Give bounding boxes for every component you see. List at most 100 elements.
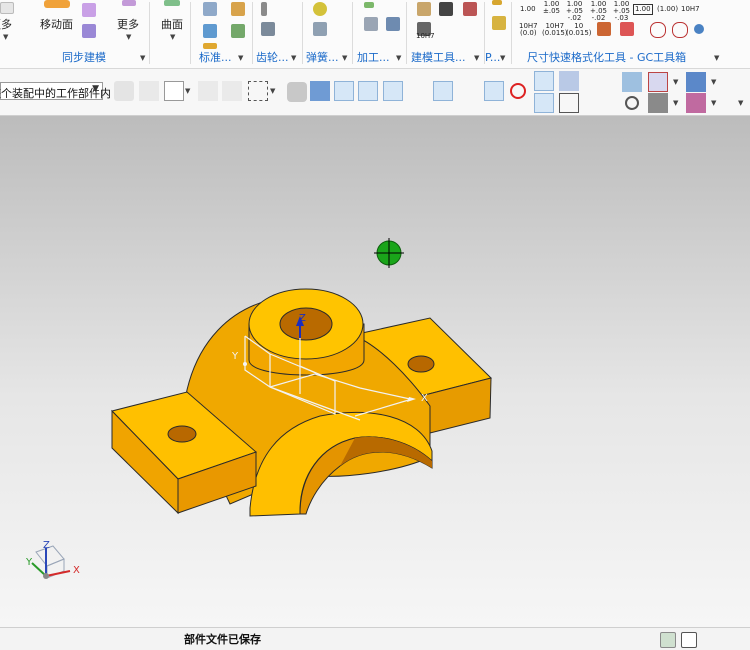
gear-tool-icon-2[interactable] [261,22,275,36]
dim-fit-tolerance-button[interactable]: 10 (0.015) [566,23,592,37]
snap-curve-icon[interactable] [408,81,428,101]
snap-control-point-icon[interactable] [433,81,453,101]
dim-fit-tolerance-button[interactable]: 10H7 (0.015) [542,23,568,37]
p-tool-icon-2[interactable] [492,16,506,30]
select-plus-icon[interactable] [164,81,184,101]
view-layout-caret[interactable]: ▼ [673,78,678,86]
snap-line-icon[interactable] [383,81,403,101]
std-part-icon-5[interactable] [203,43,217,49]
move-face-button[interactable]: 移动面 [40,16,73,32]
snap-arc-center-icon[interactable] [484,81,504,101]
deselect-icon[interactable] [222,81,242,101]
toolbar-overflow-caret[interactable]: ▼ [738,99,743,107]
dim-format-reference-button[interactable]: (1.00) [657,6,678,13]
layer-icon[interactable] [622,72,642,92]
snap-quadrant-icon[interactable] [510,83,526,99]
p-tool-icon-1[interactable] [492,0,502,5]
dim-format-fit-button[interactable]: 10H7 [681,6,700,13]
rectangle-select-icon[interactable] [248,81,268,101]
point-on-face-icon[interactable] [534,71,554,91]
snap-intersection-icon[interactable] [458,81,478,101]
snap-endpoint-icon[interactable] [334,81,354,101]
surface-caret[interactable]: ▼ [170,33,175,41]
eraser-icon[interactable] [287,82,307,102]
edit-section-icon[interactable] [686,93,706,113]
model-scene[interactable]: Z Y X Z X Y [0,116,750,627]
shaded-cube-icon[interactable] [686,72,706,92]
diameter-icon[interactable] [650,22,666,38]
std-part-icon-3[interactable] [203,24,217,38]
separator [190,2,191,64]
grid-icon[interactable] [559,93,579,113]
group-machining-caret[interactable]: ▼ [396,54,401,62]
select-plus-caret[interactable]: ▼ [185,87,190,95]
modeling-tool-icon-1[interactable] [417,2,431,16]
group-gear-caret[interactable]: ▼ [291,54,296,62]
group-modeling-caret[interactable]: ▼ [474,54,479,62]
triad-x-label: X [73,565,80,576]
spring-tool-icon-2[interactable] [313,22,327,36]
dim-format-button[interactable]: 1.00 +.05 -.02 [590,1,607,22]
group-p-caret[interactable]: ▼ [500,54,505,62]
view-triad[interactable]: Z X Y [25,540,80,579]
group-standard: 标准... [199,51,232,64]
gear-tool-icon-1[interactable] [261,2,267,16]
more-button[interactable]: 更多 [117,16,139,32]
rectangle-select-caret[interactable]: ▼ [270,87,275,95]
group-spring-caret[interactable]: ▼ [342,54,347,62]
view-layout-icon[interactable] [648,72,668,92]
constraint-filter-icon[interactable] [139,81,159,101]
sync-tool-icon-1[interactable] [82,3,96,17]
sync-tool-icon-2[interactable] [82,24,96,38]
more-icon[interactable] [0,2,14,14]
selection-scope-dropdown[interactable]: 整个装配中的工作部件内 ▼ [0,82,111,100]
snap-midpoint-icon[interactable] [358,81,378,101]
render-style-icon[interactable] [648,93,668,113]
boss-bore-hole [279,307,333,341]
snap-point-icon[interactable] [198,81,218,101]
left-mount-hole [167,425,197,443]
render-style-caret[interactable]: ▼ [673,99,678,107]
separator [252,2,253,64]
diameter-strike-icon[interactable] [672,22,688,38]
fullscreen-icon[interactable] [681,632,697,648]
datum-z-label: Z [299,313,306,324]
shaded-cube-caret[interactable]: ▼ [711,78,716,86]
machining-tool-icon-3[interactable] [386,17,400,31]
point-on-curve-icon[interactable] [534,93,554,113]
tolerance-10h7-label[interactable]: 10H7 [416,33,435,40]
fit-view-icon[interactable] [597,82,617,102]
more-caret[interactable]: ▼ [126,33,131,41]
dim-tool-icon-1[interactable] [597,22,611,36]
std-part-icon-4[interactable] [231,24,245,38]
modeling-tool-icon-3[interactable] [463,2,477,16]
more-left-button[interactable]: 更多 [0,16,12,32]
selection-mode-icon[interactable] [660,632,676,648]
refresh-icon[interactable] [625,96,639,110]
dim-fit-tolerance-button[interactable]: 10H7 (0.0) [519,23,538,37]
group-dim-caret[interactable]: ▼ [714,54,719,62]
undo-icon[interactable] [694,24,704,34]
status-bar: 部件文件已保存 [0,627,750,650]
spring-tool-icon-1[interactable] [313,2,327,16]
dim-tool-icon-2[interactable] [620,22,634,36]
dim-format-boxed-button[interactable]: 1.00 [633,4,653,15]
group-standard-caret[interactable]: ▼ [238,54,243,62]
more-left-caret[interactable]: ▼ [3,33,8,41]
std-part-icon-2[interactable] [231,2,245,16]
machining-tool-icon-2[interactable] [364,17,378,31]
surface-button[interactable]: 曲面 [161,16,183,32]
assembly-filter-icon[interactable] [114,81,134,101]
dim-format-button[interactable]: 1.00 +.05 -.02 [566,1,583,22]
group-sync-caret[interactable]: ▼ [140,54,145,62]
dim-format-button[interactable]: 1.00 [520,6,536,13]
dim-format-button[interactable]: 1.00 ±.05 [543,1,560,15]
cube-view-icon[interactable] [310,81,330,101]
snap-bound-icon[interactable] [559,71,579,91]
edit-section-caret[interactable]: ▼ [711,99,716,107]
dim-format-button[interactable]: 1.00 +.05 -.03 [613,1,630,22]
modeling-tool-icon-2[interactable] [439,2,453,16]
machining-tool-icon-1[interactable] [364,2,374,8]
std-part-icon-1[interactable] [203,2,217,16]
graphics-viewport[interactable]: Z Y X Z X Y [0,116,750,627]
